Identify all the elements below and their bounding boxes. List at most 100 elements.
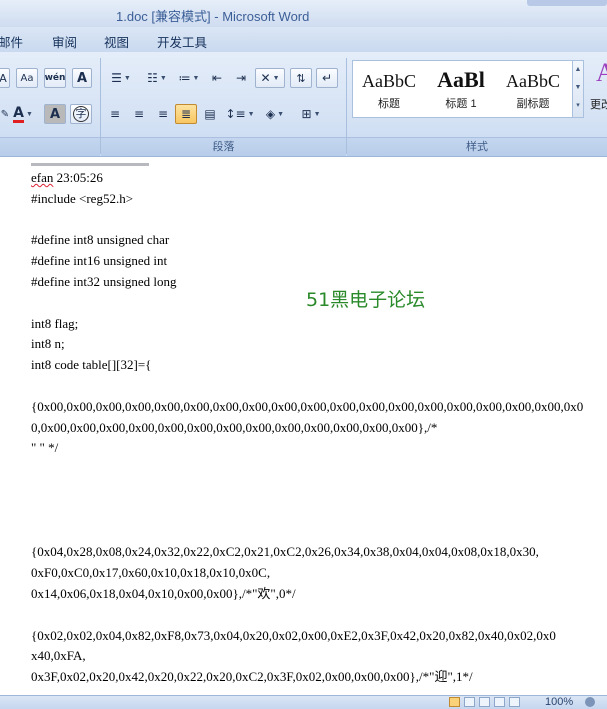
style-heading-1[interactable]: AaBl 标题 1: [427, 63, 495, 115]
chevron-down-icon: ▼: [123, 74, 131, 82]
phonetic-guide-button[interactable]: wén: [44, 68, 66, 88]
borders-icon: ⊞: [301, 107, 312, 121]
distributed-button[interactable]: ▤: [199, 104, 221, 124]
style-sample: AaBbC: [506, 71, 560, 91]
change-styles-button[interactable]: A 更改: [590, 58, 607, 118]
web-layout-view-icon[interactable]: [479, 697, 490, 707]
char-shading-button[interactable]: A: [44, 104, 66, 124]
draft-view-icon[interactable]: [509, 697, 520, 707]
align-center-button[interactable]: ≡: [128, 104, 150, 124]
document-line[interactable]: 0x14,0x06,0x18,0x04,0x10,0x00,0x00},/*"欢…: [31, 584, 591, 605]
ribbon-tabs: 邮件 审阅 视图 开发工具: [0, 27, 607, 52]
document-line[interactable]: 0x3F,0x02,0x20,0x42,0x20,0x22,0x20,0xC2,…: [31, 667, 591, 688]
document-line[interactable]: #include <reg52.h>: [31, 189, 591, 210]
window-controls-edge: [527, 0, 607, 6]
document-line[interactable]: efan 23:05:26: [31, 168, 591, 189]
document-line[interactable]: [31, 605, 591, 626]
paragraph-group-label: 段落: [101, 137, 346, 156]
paragraph-mark-icon: ↵: [321, 71, 333, 85]
document-line[interactable]: [31, 376, 591, 397]
document-line[interactable]: int8 flag;: [31, 314, 591, 335]
decrease-indent-icon: ⇤: [211, 71, 223, 85]
title-bar: 1.doc [兼容模式] - Microsoft Word: [0, 0, 607, 27]
show-marks-button[interactable]: ↵: [316, 68, 338, 88]
document-line[interactable]: " " */: [31, 438, 591, 459]
chinese-layout-button[interactable]: ✕ ▼: [255, 68, 285, 88]
enclose-char-button[interactable]: 字: [70, 104, 92, 124]
justify-icon: ≣: [180, 107, 192, 121]
decrease-indent-button[interactable]: ⇤: [206, 68, 228, 88]
change-styles-label: 更改: [590, 99, 607, 111]
chevron-down-icon: ▼: [192, 74, 200, 82]
increase-indent-button[interactable]: ⇥: [230, 68, 252, 88]
paint-bucket-icon: ◈: [265, 107, 276, 121]
shading-button[interactable]: ◈ ▼: [258, 104, 292, 124]
outline-view-icon[interactable]: [494, 697, 505, 707]
style-title[interactable]: AaBbC 标题: [355, 63, 423, 115]
document-line[interactable]: [31, 459, 591, 480]
scroll-up-icon[interactable]: ▲: [573, 61, 583, 79]
style-name: 副标题: [516, 98, 550, 110]
chevron-down-icon: ▼: [247, 110, 255, 118]
align-right-button[interactable]: ≡: [152, 104, 174, 124]
sort-button[interactable]: ⇅: [290, 68, 312, 88]
misspelled-word[interactable]: efan: [31, 170, 53, 185]
tab-mailings[interactable]: 邮件: [0, 32, 23, 51]
document-body[interactable]: efan 23:05:26 #include <reg52.h> #define i…: [31, 168, 591, 688]
chevron-down-icon: ▼: [277, 110, 285, 118]
numbering-button[interactable]: ☷ ▼: [140, 68, 174, 88]
document-line[interactable]: x40,0xFA,: [31, 646, 591, 667]
font-color-button[interactable]: A ▼: [8, 104, 38, 124]
distributed-icon: ▤: [204, 107, 216, 121]
watermark-text: 51黑电子论坛: [306, 289, 426, 311]
multilevel-list-button[interactable]: ≔ ▼: [174, 68, 204, 88]
document-line[interactable]: {0x04,0x28,0x08,0x24,0x32,0x22,0xC2,0x21…: [31, 542, 591, 563]
enclose-char-icon: 字: [73, 106, 89, 122]
style-subtitle[interactable]: AaBbC 副标题: [499, 63, 567, 115]
chevron-down-icon: ▼: [159, 74, 167, 82]
change-styles-icon: A: [596, 58, 607, 87]
document-line[interactable]: [31, 480, 591, 501]
phonetic-guide-icon: wén: [44, 73, 66, 83]
char-border-button[interactable]: A: [72, 68, 92, 88]
font-color-icon: A: [13, 104, 24, 123]
align-left-button[interactable]: ≡: [104, 104, 126, 124]
document-line[interactable]: int8 n;: [31, 334, 591, 355]
chevron-down-icon: ▼: [25, 110, 33, 118]
borders-button[interactable]: ⊞ ▼: [296, 104, 326, 124]
document-line[interactable]: {0x00,0x00,0x00,0x00,0x00,0x00,0x00,0x00…: [31, 397, 591, 439]
window-title: 1.doc [兼容模式] - Microsoft Word: [116, 9, 310, 24]
full-screen-reading-view-icon[interactable]: [464, 697, 475, 707]
line-spacing-button[interactable]: ↕≡ ▼: [224, 104, 256, 124]
bullets-button[interactable]: ☰ ▼: [104, 68, 138, 88]
tab-review[interactable]: 审阅: [52, 32, 77, 51]
document-line[interactable]: #define int8 unsigned char: [31, 230, 591, 251]
align-center-icon: ≡: [133, 107, 145, 121]
change-case-button[interactable]: Aa: [16, 68, 38, 88]
gallery-more-icon[interactable]: ▾: [573, 97, 583, 115]
tab-view[interactable]: 视图: [104, 32, 129, 51]
zoom-out-icon[interactable]: [585, 697, 595, 707]
document-line[interactable]: [31, 522, 591, 543]
styles-gallery-scroll[interactable]: ▲ ▼ ▾: [572, 60, 584, 118]
justify-button[interactable]: ≣: [175, 104, 197, 124]
document-line[interactable]: [31, 501, 591, 522]
document-line[interactable]: int8 code table[][32]={: [31, 355, 591, 376]
align-left-icon: ≡: [109, 107, 121, 121]
increase-indent-icon: ⇥: [235, 71, 247, 85]
document-line[interactable]: #define int16 unsigned int: [31, 251, 591, 272]
document-line[interactable]: {0x02,0x02,0x04,0x82,0xF8,0x73,0x04,0x20…: [31, 626, 591, 647]
tab-developer[interactable]: 开发工具: [157, 32, 207, 51]
chevron-down-icon: ▼: [272, 74, 280, 82]
print-layout-view-icon[interactable]: [449, 697, 460, 707]
document-line[interactable]: [31, 210, 591, 231]
style-sample: AaBl: [437, 67, 485, 92]
scroll-down-icon[interactable]: ▼: [573, 79, 583, 97]
char-shading-icon: A: [49, 106, 61, 122]
document-line[interactable]: 0xF0,0xC0,0x17,0x60,0x10,0x18,0x10,0x0C,: [31, 563, 591, 584]
styles-group-label: 样式: [347, 137, 607, 156]
zoom-level[interactable]: 100%: [545, 696, 573, 709]
align-right-icon: ≡: [157, 107, 169, 121]
font-size-icon[interactable]: A: [0, 68, 10, 88]
change-case-icon: Aa: [20, 72, 34, 84]
